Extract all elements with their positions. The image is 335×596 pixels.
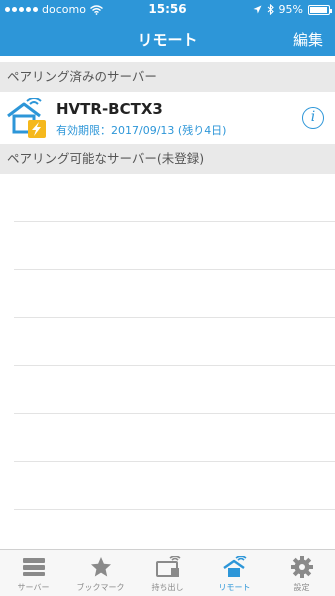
server-icon xyxy=(22,558,45,576)
available-servers-list xyxy=(0,174,335,549)
tab-label: サーバー xyxy=(17,583,50,592)
info-button[interactable]: i xyxy=(302,107,324,129)
available-servers-header: ペアリング可能なサーバー(未登録) xyxy=(0,144,335,174)
list-item xyxy=(14,270,335,318)
tab-bar: サーバー ブックマーク 持ち出し リモート 設定 xyxy=(0,549,335,596)
remote-server-icon xyxy=(7,98,46,138)
tab-takeout[interactable]: 持ち出し xyxy=(134,550,201,596)
location-arrow-icon xyxy=(253,5,262,14)
server-name: HVTR-BCTX3 xyxy=(56,100,163,118)
tab-label: 持ち出し xyxy=(151,583,184,592)
paired-servers-header: ペアリング済みのサーバー xyxy=(0,62,335,92)
tab-remote[interactable]: リモート xyxy=(201,550,268,596)
list-item xyxy=(14,366,335,414)
list-item xyxy=(14,222,335,270)
list-item xyxy=(14,318,335,366)
tab-bookmark[interactable]: ブックマーク xyxy=(67,550,134,596)
battery-percent: 95% xyxy=(278,3,303,16)
tab-label: ブックマーク xyxy=(76,583,125,592)
list-item xyxy=(14,174,335,222)
list-item xyxy=(14,462,335,510)
top-bar: docomo 15:56 95% リモート 編集 xyxy=(0,0,335,56)
remote-house-icon xyxy=(222,556,246,577)
bluetooth-icon xyxy=(267,4,274,15)
tab-server[interactable]: サーバー xyxy=(0,550,67,596)
status-right: 95% xyxy=(253,3,332,16)
edit-button[interactable]: 編集 xyxy=(293,29,323,50)
gear-icon xyxy=(290,556,313,578)
tab-label: リモート xyxy=(218,583,251,592)
list-item xyxy=(14,414,335,462)
server-row[interactable]: HVTR-BCTX3 有効期限：2017/09/13 (残り4日) i xyxy=(0,92,335,144)
info-icon: i xyxy=(310,109,316,125)
star-icon xyxy=(90,557,111,577)
battery-icon xyxy=(308,4,332,15)
server-expiry: 有効期限：2017/09/13 (残り4日) xyxy=(56,124,227,137)
tab-settings[interactable]: 設定 xyxy=(268,550,335,596)
takeout-icon xyxy=(155,556,180,577)
status-bar: docomo 15:56 95% xyxy=(0,0,335,20)
tab-label: 設定 xyxy=(293,583,310,592)
page-title: リモート xyxy=(137,31,198,49)
battery-fill xyxy=(310,6,328,13)
navigation-bar: リモート 編集 xyxy=(0,20,335,56)
